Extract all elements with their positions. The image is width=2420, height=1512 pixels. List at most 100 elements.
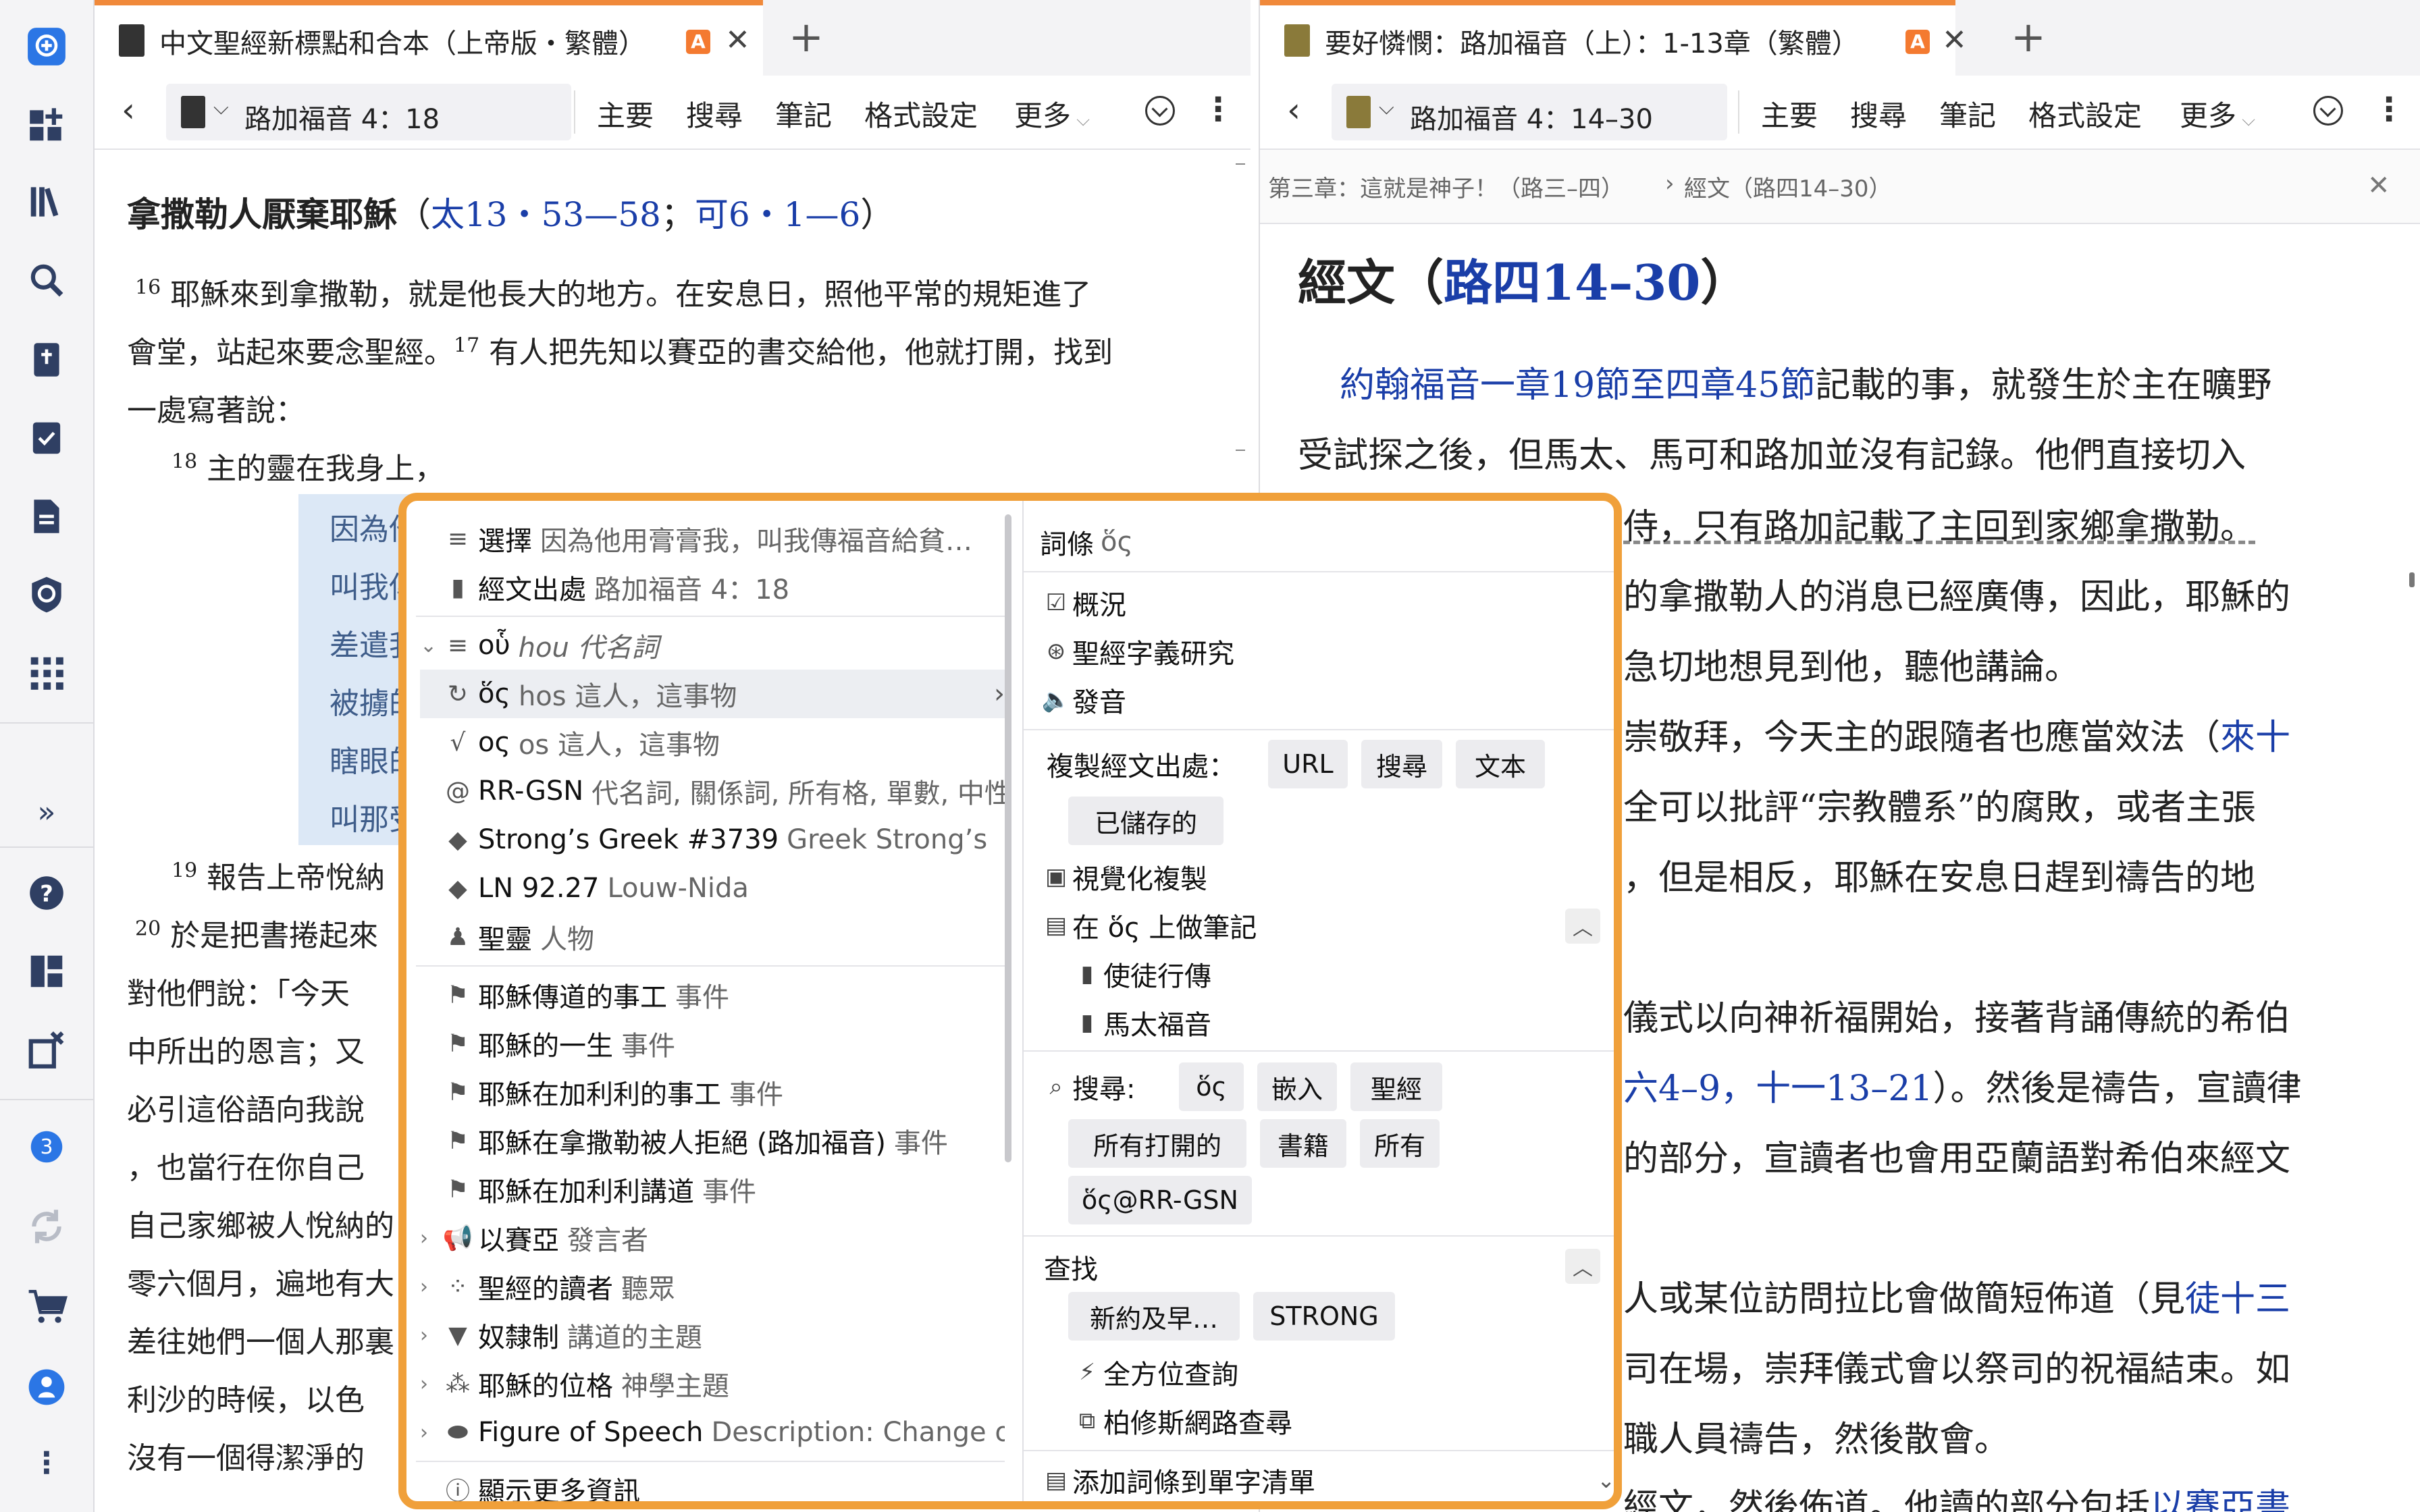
menu-item-speaker[interactable]: › 📢 以賽亞 發言者 — [420, 1214, 1005, 1262]
find-nt-button[interactable]: 新約及早… — [1068, 1292, 1240, 1341]
menu-main[interactable]: 主要 — [597, 93, 654, 134]
notebook-item[interactable]: ▮ 馬太福音 — [1071, 1000, 1614, 1045]
menu-item-theology[interactable]: › ⁂ 耶穌的位格 神學主題 — [420, 1359, 1005, 1408]
scripture-link[interactable]: 徒十三 — [2185, 1279, 2290, 1320]
parallel-link-mark[interactable]: 可6・1—6 — [695, 195, 860, 234]
close-panels-icon[interactable] — [23, 1026, 70, 1073]
menu-item-event[interactable]: ⚑ 耶穌在加利利的事工 事件 — [420, 1068, 1005, 1116]
menu-item-reference[interactable]: ▮ 經文出處 路加福音 4：18 — [420, 563, 1005, 612]
menu-item-event[interactable]: ⚑ 耶穌在加利利講道 事件 — [420, 1165, 1005, 1214]
close-breadcrumb-icon[interactable]: ✕ — [2367, 170, 2390, 201]
word-study-link[interactable]: ⊛ 聖經字義研究 — [1040, 629, 1614, 674]
menu-item-hou[interactable]: ⌄ ≡ οὗ hou 代名詞 — [420, 621, 1005, 670]
heading-link[interactable]: 路四14–30 — [1444, 254, 1700, 311]
library-icon[interactable] — [23, 178, 70, 225]
search-all-open-button[interactable]: 所有打開的 — [1068, 1119, 1246, 1168]
search-bible-button[interactable]: 聖經 — [1350, 1062, 1442, 1111]
menu-search[interactable]: 搜尋 — [1850, 93, 1907, 134]
search-books-button[interactable]: 書籍 — [1260, 1119, 1346, 1168]
menu-item-event[interactable]: ⚑ 耶穌的一生 事件 — [420, 1019, 1005, 1068]
breadcrumb-item[interactable]: 第三章：這就是神子！（路三–四） — [1268, 170, 1624, 203]
menu-item-holy-spirit[interactable]: ♟ 聖靈 人物 — [420, 913, 1005, 961]
scripture-link[interactable]: 來十 — [2220, 718, 2290, 758]
store-cart-icon[interactable] — [23, 1282, 70, 1330]
menu-format[interactable]: 格式設定 — [864, 93, 978, 134]
perseus-link[interactable]: ⧉ 柏修斯網路查尋 — [1071, 1399, 1614, 1443]
chevron-right-icon[interactable]: › — [420, 1226, 438, 1250]
chevron-down-icon[interactable]: ⌵ — [1379, 96, 1394, 119]
notification-badge[interactable]: 3 — [23, 1123, 70, 1170]
more-vertical-icon[interactable]: ⋮ — [23, 1439, 70, 1486]
account-avatar-icon[interactable] — [23, 1364, 70, 1411]
menu-item-os[interactable]: √ ος os 這人，這事物 — [420, 718, 1005, 767]
menu-item-event[interactable]: ⚑ 耶穌傳道的事工 事件 — [420, 971, 1005, 1019]
scripture-link[interactable]: 約翰福音一章19節至四章45節 — [1340, 365, 1815, 406]
left-tab[interactable]: 中文聖經新標點和合本（上帝版・繁體） A ✕ — [95, 0, 763, 76]
chevron-down-icon[interactable]: ⌄ — [1597, 1467, 1614, 1493]
expand-rail-icon[interactable]: » — [23, 788, 70, 836]
logos-home-icon[interactable] — [23, 23, 70, 70]
layouts-icon[interactable] — [23, 948, 70, 995]
sync-reading-icon[interactable] — [1145, 96, 1175, 126]
back-icon[interactable]: ‹ — [122, 90, 135, 130]
copy-search-button[interactable]: 搜尋 — [1361, 740, 1442, 788]
collapse-find-icon[interactable]: ︿ — [1565, 1249, 1600, 1284]
search-icon[interactable] — [23, 256, 70, 304]
chevron-right-icon[interactable]: › — [420, 1372, 438, 1396]
omni-search-link[interactable]: ⚡ 全方位查詢 — [1071, 1350, 1614, 1395]
document-icon[interactable] — [23, 493, 70, 540]
menu-item-morphology[interactable]: @ RR-GSN 代名詞, 關係詞, 所有格, 單數, 中性 — [420, 767, 1005, 815]
menu-more[interactable]: 更多 — [1014, 93, 1090, 134]
pane-menu-icon[interactable]: ⋮ — [1202, 90, 1234, 128]
note-on-word-link[interactable]: ▤ 在 ὅς 上做筆記 — [1040, 903, 1614, 948]
menu-item-figure-of-speech[interactable]: › ⬬ Figure of SpeechDescription: Change of… — [420, 1408, 1005, 1457]
close-tab-icon[interactable]: ✕ — [725, 23, 750, 57]
search-everything-button[interactable]: 所有 — [1360, 1119, 1440, 1168]
help-icon[interactable]: ? — [23, 869, 70, 917]
breadcrumb-item[interactable]: 經文（路四14–30） — [1684, 170, 1892, 203]
search-inline-button[interactable]: 嵌入 — [1257, 1062, 1337, 1111]
chevron-right-icon[interactable]: › — [420, 1421, 438, 1444]
right-scrollbar[interactable] — [2409, 572, 2415, 587]
collapse-notes-icon[interactable]: ︿ — [1565, 909, 1600, 944]
scripture-link[interactable]: 六4–9，十一13–21 — [1623, 1069, 1933, 1109]
menu-more[interactable]: 更多 — [2180, 93, 2255, 134]
menu-notes[interactable]: 筆記 — [1939, 93, 1996, 134]
add-to-wordlist-link[interactable]: ▤ 添加詞條到單字清單 ⌄ — [1040, 1458, 1614, 1501]
show-more-button[interactable]: ⓘ 顯示更多資訊 — [420, 1465, 1005, 1501]
reference-input[interactable]: 路加福音 4：14–30 — [1410, 97, 1653, 136]
back-icon[interactable]: ‹ — [1287, 90, 1300, 130]
new-tab-icon[interactable]: + — [2011, 12, 2046, 61]
copy-saved-button[interactable]: 已儲存的 — [1068, 796, 1224, 845]
apps-grid-icon[interactable] — [23, 649, 70, 697]
visual-copy-link[interactable]: ▣ 視覺化複製 — [1040, 855, 1614, 899]
copy-url-button[interactable]: URL — [1268, 740, 1348, 788]
chevron-right-icon[interactable]: › — [420, 1275, 438, 1299]
overview-link[interactable]: ☑ 概況 — [1040, 580, 1614, 625]
reference-box[interactable]: ⌵ 路加福音 4：14–30 — [1332, 84, 1727, 140]
menu-item-event[interactable]: ⚑ 耶穌在拿撒勒被人拒絕 (路加福音) 事件 — [420, 1116, 1005, 1165]
right-tab[interactable]: 要好憐憫：路加福音（上）：1-13章（繁體） A ✕ — [1260, 0, 1967, 76]
parallel-link-matthew[interactable]: 太13・53—58 — [431, 195, 661, 234]
notebook-item[interactable]: ▮ 使徒行傳 — [1071, 952, 1614, 996]
close-tab-icon[interactable]: ✕ — [1942, 23, 1967, 57]
search-morph-button[interactable]: ὅς@RR-GSN — [1068, 1176, 1252, 1224]
chevron-right-icon[interactable]: › — [420, 1324, 438, 1347]
menu-notes[interactable]: 筆記 — [775, 93, 832, 134]
menu-main[interactable]: 主要 — [1761, 93, 1818, 134]
new-tab-icon[interactable]: + — [789, 12, 824, 61]
menu-item-selection[interactable]: ≡ 選擇 因為他用膏膏我，叫我傳福音給貧… — [420, 514, 1005, 563]
pane-menu-icon[interactable]: ⋮ — [2373, 90, 2405, 128]
menu-item-hos[interactable]: ↻ ὅς hos 這人，這事物 › — [420, 670, 1005, 718]
reference-input[interactable]: 路加福音 4：18 — [244, 97, 440, 136]
menu-search[interactable]: 搜尋 — [686, 93, 743, 134]
search-word-button[interactable]: ὅς — [1179, 1062, 1244, 1111]
chevron-down-icon[interactable]: ⌄ — [420, 634, 438, 657]
sync-reading-icon[interactable] — [2313, 96, 2343, 126]
chevron-down-icon[interactable]: ⌵ — [213, 96, 229, 119]
find-strong-button[interactable]: STRONG — [1253, 1292, 1395, 1341]
menu-format[interactable]: 格式設定 — [2028, 93, 2142, 134]
atlas-icon[interactable] — [23, 571, 70, 618]
pronounce-link[interactable]: 🔈 發音 — [1040, 678, 1614, 722]
dashboard-icon[interactable] — [23, 101, 70, 148]
